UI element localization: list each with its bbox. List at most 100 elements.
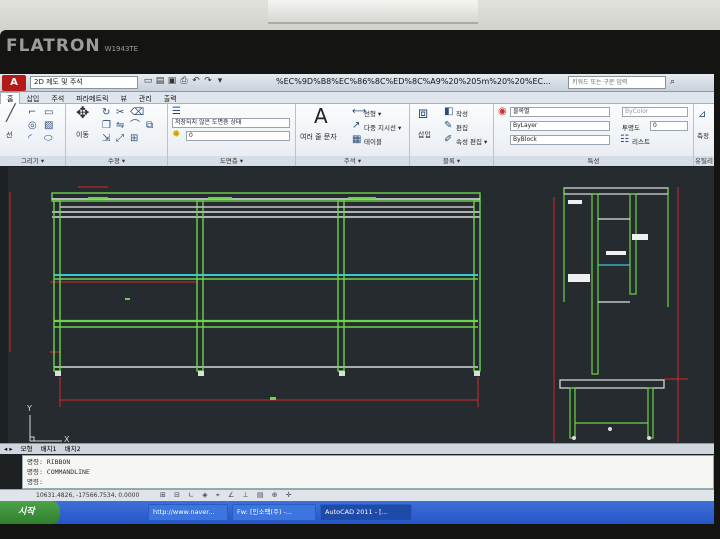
panel-modify: ✥ 이동 ↻ ✂ ⌫ ❐ ⇋ ⌒ ⇲ ⤢ ⊞ ⧉ 수정 ▾ bbox=[66, 104, 168, 166]
start-label: 시작 bbox=[18, 507, 35, 517]
table-label[interactable]: 테이블 bbox=[364, 136, 382, 146]
panel-properties: ◉ 블록별 ByLayer ByBlock ByColor 투명도 0 ☷ 리스… bbox=[494, 104, 694, 166]
mirror-icon[interactable]: ⇋ bbox=[116, 121, 124, 131]
tab-layout2[interactable]: 배치2 bbox=[61, 444, 85, 454]
linetype-select[interactable]: ByLayer bbox=[510, 121, 610, 131]
move-label: 이동 bbox=[76, 131, 89, 139]
edit-attribute-icon[interactable]: ✐ bbox=[444, 135, 452, 145]
polyline-icon[interactable]: ⌐ bbox=[28, 108, 36, 118]
rotate-icon[interactable]: ↻ bbox=[102, 108, 110, 118]
multiline-text-label: 여러 줄 문자 bbox=[300, 133, 337, 141]
ucs-icon bbox=[29, 415, 62, 442]
ucs-x-label: X bbox=[64, 435, 70, 443]
array-icon[interactable]: ⊞ bbox=[130, 134, 138, 144]
app-letter: A bbox=[10, 77, 18, 88]
air-conditioner bbox=[268, 0, 478, 24]
panel-properties-label[interactable]: 특성 bbox=[494, 156, 693, 166]
offset-icon[interactable]: ⧉ bbox=[146, 121, 153, 131]
hatch-icon[interactable]: ▨ bbox=[44, 121, 53, 131]
panel-layers-label[interactable]: 도면층 ▾ bbox=[168, 156, 295, 166]
application-menu-button[interactable]: A bbox=[2, 75, 26, 91]
create-block-label[interactable]: 작성 bbox=[456, 108, 468, 118]
undo-icon[interactable]: ↶ bbox=[190, 76, 202, 86]
panel-draw-label[interactable]: 그리기 ▾ bbox=[0, 156, 65, 166]
measure-label[interactable]: 측정 bbox=[697, 130, 709, 140]
print-icon[interactable]: ⎙ bbox=[178, 76, 190, 86]
linear-dim-label[interactable]: 선형 ▾ bbox=[364, 108, 381, 118]
stretch-icon[interactable]: ⇲ bbox=[102, 134, 110, 144]
open-icon[interactable]: ▤ bbox=[154, 76, 166, 86]
command-history-1: 명령: RIBBON bbox=[27, 458, 71, 466]
command-history-2: 명령: COMMANDLINE bbox=[27, 468, 90, 476]
layer-properties-icon[interactable]: ☰ bbox=[172, 107, 181, 117]
rectangle-icon[interactable]: ▭ bbox=[44, 108, 53, 118]
help-search-input[interactable]: 키워드 또는 구문 입력 bbox=[568, 76, 666, 89]
scale-icon[interactable]: ⤢ bbox=[116, 134, 124, 144]
cad-drawing: Y X bbox=[9, 186, 688, 443]
save-icon[interactable]: ▣ bbox=[166, 76, 178, 86]
insert-block-label: 삽입 bbox=[418, 131, 431, 139]
taskbar-item-autocad[interactable]: AutoCAD 2011 - [... bbox=[320, 504, 412, 521]
panel-layers: ☰ 저장되지 않은 도면층 상태 ✹ 0 도면층 ▾ bbox=[168, 104, 296, 166]
copy-icon[interactable]: ❐ bbox=[102, 121, 111, 131]
command-line[interactable]: 명령: RIBBON 명령: COMMANDLINE 명령: bbox=[22, 455, 714, 489]
multiline-text-icon[interactable]: A bbox=[314, 106, 328, 126]
transparency-input[interactable]: 0 bbox=[650, 121, 688, 131]
binoculars-icon[interactable]: ⌕ bbox=[670, 77, 675, 87]
document-title: %EC%9D%B8%EC%86%8C%ED%8C%A9%20%205m%20%2… bbox=[276, 77, 551, 86]
plot-style-select[interactable]: ByColor bbox=[622, 107, 688, 117]
tab-model[interactable]: 모형 bbox=[17, 444, 37, 454]
ucs-y-label: Y bbox=[26, 404, 32, 413]
trim-icon[interactable]: ✂ bbox=[116, 108, 124, 118]
drafting-toggles[interactable]: ⊞ ⊟ ∟ ◈ ⌖ ∠ ⊥ ▤ ⊕ ✛ bbox=[160, 491, 295, 500]
title-bar: A 2D 제도 및 주석 ▭ ▤ ▣ ⎙ ↶ ↷ ▾ %EC%9D%B8%EC%86%8C%… bbox=[0, 74, 714, 92]
redo-icon[interactable]: ↷ bbox=[202, 76, 214, 86]
table-icon[interactable]: ▦ bbox=[352, 135, 361, 145]
color-select[interactable]: 블록별 bbox=[510, 107, 610, 117]
lineweight-select[interactable]: ByBlock bbox=[510, 135, 610, 145]
edit-attribute-label[interactable]: 속성 편집 ▾ bbox=[456, 136, 487, 146]
ribbon-tabs: 홈 삽입 주석 파라메트릭 뷰 관리 출력 bbox=[0, 92, 714, 104]
monitor-screen: A 2D 제도 및 주석 ▭ ▤ ▣ ⎙ ↶ ↷ ▾ %EC%9D%B8%EC%86%8C%… bbox=[0, 74, 714, 524]
tab-layout1[interactable]: 배치1 bbox=[37, 444, 61, 454]
edit-block-label[interactable]: 편집 bbox=[456, 122, 468, 132]
layer-state-select[interactable]: 저장되지 않은 도면층 상태 bbox=[172, 118, 290, 128]
circle-icon[interactable]: ◎ bbox=[28, 121, 37, 131]
panel-utilities-label[interactable]: 유틸리티 bbox=[694, 156, 714, 175]
front-feet bbox=[55, 371, 480, 376]
fillet-icon[interactable]: ⌒ bbox=[130, 121, 140, 131]
line-icon[interactable]: ╱ bbox=[6, 105, 16, 121]
panel-annotation-label[interactable]: 주석 ▾ bbox=[296, 156, 409, 166]
new-icon[interactable]: ▭ bbox=[142, 76, 154, 86]
taskbar-item-browser[interactable]: http://www.naver... bbox=[148, 504, 228, 521]
panel-block-label[interactable]: 블록 ▾ bbox=[410, 156, 493, 166]
qat-dropdown-icon[interactable]: ▾ bbox=[214, 76, 226, 86]
insert-block-icon[interactable]: ⧈ bbox=[418, 105, 428, 121]
quick-access-toolbar: ▭ ▤ ▣ ⎙ ↶ ↷ ▾ bbox=[142, 76, 262, 90]
workspace-select[interactable]: 2D 제도 및 주석 bbox=[30, 76, 138, 89]
multileader-label[interactable]: 다중 지시선 ▾ bbox=[364, 122, 401, 132]
start-button[interactable]: 시작 bbox=[0, 501, 60, 524]
arc-icon[interactable]: ◜ bbox=[28, 134, 32, 144]
multileader-icon[interactable]: ↗ bbox=[352, 121, 360, 131]
erase-icon[interactable]: ⌫ bbox=[130, 108, 144, 118]
drawing-canvas[interactable]: Y X bbox=[8, 167, 714, 443]
front-tag-markers bbox=[88, 197, 376, 400]
layer-select[interactable]: 0 bbox=[186, 131, 290, 141]
command-prompt[interactable]: 명령: bbox=[27, 477, 709, 487]
nav-arrows-icon[interactable]: ◂ ▸ bbox=[0, 444, 17, 454]
create-block-icon[interactable]: ◧ bbox=[444, 107, 453, 117]
layout-tabs: ◂ ▸ 모형 배치1 배치2 bbox=[0, 443, 714, 454]
list-label[interactable]: 리스트 bbox=[632, 136, 650, 146]
ellipse-icon[interactable]: ⬭ bbox=[44, 134, 53, 144]
lightbulb-icon[interactable]: ✹ bbox=[172, 130, 180, 140]
taskbar-item-email[interactable]: Fw: [인소팩(주) -... bbox=[232, 504, 316, 521]
edit-block-icon[interactable]: ✎ bbox=[444, 121, 452, 131]
measure-icon[interactable]: ⊿ bbox=[698, 110, 706, 120]
move-icon[interactable]: ✥ bbox=[76, 105, 89, 121]
panel-modify-label[interactable]: 수정 ▾ bbox=[66, 156, 167, 166]
panel-block: ⧈ 삽입 ◧ 작성 ✎ 편집 ✐ 속성 편집 ▾ 블록 ▾ bbox=[410, 104, 494, 166]
list-icon[interactable]: ☷ bbox=[620, 135, 629, 145]
monitor-brand: FLATRON W1943TE bbox=[6, 36, 138, 56]
status-bar: 10631.4826, -17566.7534, 0.0000 ⊞ ⊟ ∟ ◈ … bbox=[0, 489, 714, 501]
